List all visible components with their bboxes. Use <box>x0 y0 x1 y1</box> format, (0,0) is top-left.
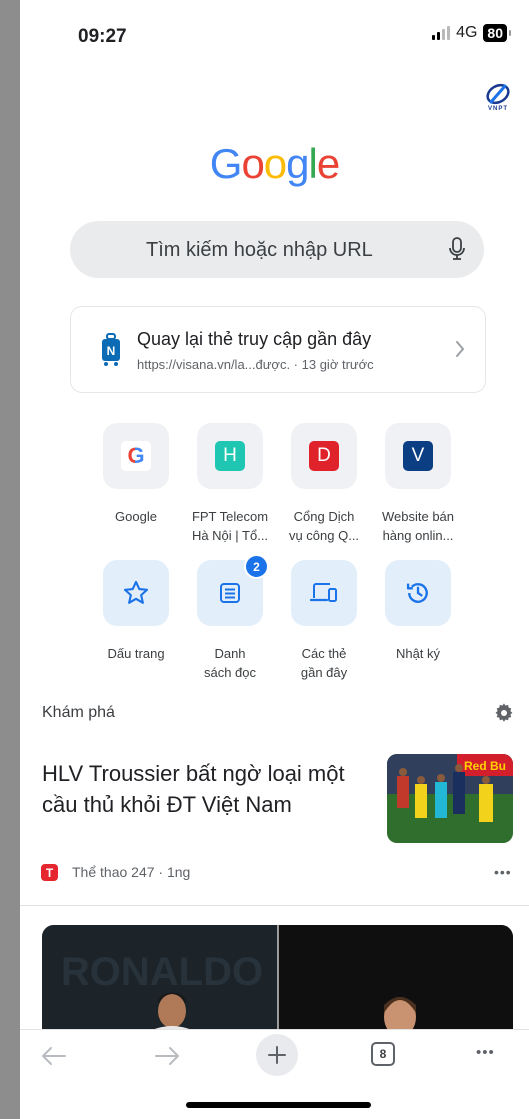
football-players-image: Red Bu <box>387 754 513 843</box>
star-icon <box>123 580 149 604</box>
article-title[interactable]: HLV Troussier bất ngờ loại một cầu thủ k… <box>42 758 372 820</box>
google-logo: Google <box>20 140 529 188</box>
footballers-portrait-image: RONALDO <box>42 925 513 1035</box>
devices-icon <box>310 583 337 602</box>
action-label: Nhật ký <box>395 646 441 661</box>
home-indicator <box>186 1102 371 1108</box>
luggage-icon: N <box>102 333 120 366</box>
search-bar[interactable]: Tìm kiếm hoặc nhập URL <box>70 221 484 278</box>
logo-letter: o <box>241 140 264 187</box>
signal-icon <box>432 26 451 40</box>
action-tile: 2 <box>197 554 269 626</box>
action-tile <box>103 560 169 626</box>
logo-letter: e <box>316 140 340 187</box>
action-tile <box>385 560 451 626</box>
logo-letter: G <box>209 140 243 187</box>
status-time: 09:27 <box>78 26 127 47</box>
history-button[interactable]: Nhật ký <box>363 560 473 663</box>
battery-icon: 80 <box>483 24 511 42</box>
bottom-toolbar: 8 ••• <box>20 1029 529 1119</box>
svg-text:RONALDO: RONALDO <box>61 950 263 994</box>
back-arrow-icon[interactable] <box>39 1044 69 1068</box>
article-thumbnail[interactable]: Red Bu <box>387 754 513 843</box>
tab-switcher-button[interactable]: 8 <box>371 1042 395 1066</box>
divider <box>20 905 529 906</box>
website-favicon-icon: V <box>403 441 433 471</box>
action-tile <box>291 560 357 626</box>
svg-text:N: N <box>107 344 116 358</box>
new-tab-button[interactable] <box>256 1034 298 1076</box>
svg-text:Red Bu: Red Bu <box>464 759 506 773</box>
search-input[interactable]: Tìm kiếm hoặc nhập URL <box>146 239 373 262</box>
shortcut-tile: V <box>385 423 451 489</box>
logo-letter: l <box>308 140 318 187</box>
shortcut-tile: G <box>103 423 169 489</box>
status-indicators: 4G 80 <box>432 24 511 42</box>
forward-arrow-icon[interactable] <box>152 1044 182 1068</box>
article-more-button[interactable]: ••• <box>494 864 512 880</box>
reading-list-icon <box>220 583 240 603</box>
history-icon <box>406 583 428 603</box>
vnpt-swirl-icon <box>486 83 510 105</box>
vnpt-logo[interactable]: VNPT <box>482 82 514 118</box>
fpt-favicon-icon: H <box>215 441 245 471</box>
microphone-icon[interactable] <box>448 236 466 262</box>
shortcut-label: Website bán hàng onlin... <box>381 509 455 543</box>
reading-list-badge: 2 <box>244 554 269 579</box>
recent-tab-url: https://visana.vn/la...được. · 13 giờ tr… <box>137 357 374 372</box>
shortcut-tile: H <box>197 423 263 489</box>
vnpt-logo-text: VNPT <box>487 106 508 112</box>
browser-screen: 09:27 4G 80 VNPT Google Tìm kiếm hoặc nh… <box>20 0 529 1119</box>
logo-letter: o <box>263 140 287 187</box>
plus-icon <box>268 1046 286 1064</box>
discover-heading: Khám phá <box>42 704 115 721</box>
network-type: 4G <box>456 24 478 41</box>
recent-tab-card[interactable]: N Quay lại thẻ truy cập gần đây https://… <box>70 306 486 393</box>
shortcut-tile: D <box>291 423 357 489</box>
logo-letter: g <box>286 140 309 187</box>
article-source: Thể thao 247 · 1ng <box>72 864 191 880</box>
article-image[interactable]: RONALDO <box>42 925 513 1035</box>
gear-icon[interactable] <box>494 703 514 723</box>
source-favicon-icon: T <box>41 864 58 881</box>
shortcut-website-ban-hang[interactable]: V Website bán hàng onlin... <box>363 423 473 545</box>
menu-more-button[interactable]: ••• <box>476 1044 495 1061</box>
google-favicon-icon: G <box>121 441 151 471</box>
recent-tab-title: Quay lại thẻ truy cập gần đây <box>137 329 372 349</box>
chevron-right-icon <box>456 341 465 357</box>
cong-dich-vu-favicon-icon: D <box>309 441 339 471</box>
